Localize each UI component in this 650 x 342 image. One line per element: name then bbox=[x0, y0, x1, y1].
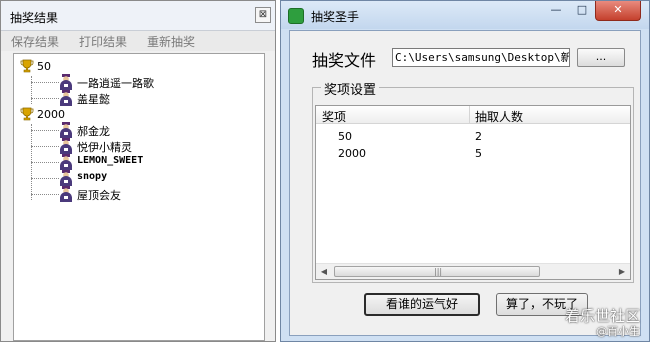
tree-winner-label: LEMON_SWEET bbox=[77, 155, 144, 166]
tree-winner-label: 郝金龙 bbox=[77, 125, 110, 138]
close-button[interactable]: ✕ bbox=[595, 1, 641, 21]
results-tree: 50 一路逍遥一路歌 盖星懿 2000 郝金龙 悦伊小精灵 LEMON_SWEE… bbox=[13, 53, 265, 341]
count-cell[interactable]: 2 bbox=[475, 130, 482, 143]
minimize-button[interactable]: — bbox=[543, 1, 569, 21]
results-window-title: 抽奖结果 bbox=[10, 11, 59, 25]
prize-list[interactable]: 奖项 抽取人数 50 2 2000 5 ◀ ||| ▶ bbox=[315, 105, 631, 280]
watermark-line2: @百小生 bbox=[596, 325, 640, 338]
draw-button[interactable]: 看谁的运气好 bbox=[364, 293, 480, 316]
count-cell[interactable]: 5 bbox=[475, 147, 482, 160]
results-menu-bar: 保存结果 打印结果 重新抽奖 bbox=[1, 31, 275, 51]
app-icon bbox=[288, 8, 304, 24]
scroll-grip: ||| bbox=[434, 267, 443, 276]
column-header-prize[interactable]: 奖项 bbox=[322, 108, 346, 125]
person-icon bbox=[60, 122, 72, 138]
person-icon bbox=[60, 74, 72, 90]
column-header-count[interactable]: 抽取人数 bbox=[475, 108, 523, 125]
prize-settings-group: 奖项设置 奖项 抽取人数 50 2 2000 5 ◀ ||| ▶ bbox=[312, 79, 634, 283]
person-icon bbox=[60, 138, 72, 154]
results-titlebar: 抽奖结果 ⊠ bbox=[1, 1, 275, 31]
lottery-titlebar: 抽奖圣手 — □ ✕ bbox=[281, 1, 649, 29]
menu-redraw[interactable]: 重新抽奖 bbox=[147, 33, 195, 50]
scroll-right-arrow[interactable]: ▶ bbox=[614, 264, 630, 280]
results-window: 抽奖结果 ⊠ 保存结果 打印结果 重新抽奖 50 一路逍遥一路歌 盖星懿 200… bbox=[0, 0, 276, 342]
tree-winner-label: 一路逍遥一路歌 bbox=[77, 77, 154, 90]
trophy-icon bbox=[20, 107, 34, 121]
menu-save-results[interactable]: 保存结果 bbox=[11, 33, 59, 50]
person-icon bbox=[60, 186, 72, 202]
maximize-button[interactable]: □ bbox=[569, 1, 595, 21]
lottery-window: 抽奖圣手 — □ ✕ 抽奖文件 C:\Users\samsung\Desktop… bbox=[280, 0, 650, 342]
prize-cell[interactable]: 50 bbox=[338, 130, 352, 143]
tree-winner-label: 盖星懿 bbox=[77, 93, 110, 106]
file-path-field[interactable]: C:\Users\samsung\Desktop\新建 bbox=[392, 48, 570, 67]
prize-settings-title: 奖项设置 bbox=[321, 79, 380, 98]
watermark: 着乐世社区 @百小生 bbox=[565, 308, 640, 340]
tree-winner-label: snopy bbox=[77, 171, 108, 182]
lottery-window-title: 抽奖圣手 bbox=[311, 10, 360, 24]
person-icon bbox=[60, 170, 72, 186]
results-close-button[interactable]: ⊠ bbox=[255, 7, 271, 23]
tree-winner-label: 悦伊小精灵 bbox=[77, 141, 132, 154]
prize-list-header: 奖项 抽取人数 bbox=[316, 106, 630, 124]
menu-print-results[interactable]: 打印结果 bbox=[79, 33, 127, 50]
trophy-icon bbox=[20, 59, 34, 73]
file-label: 抽奖文件 bbox=[312, 51, 377, 70]
horizontal-scrollbar[interactable]: ◀ ||| ▶ bbox=[316, 263, 630, 279]
tree-winner-label: 屋顶会友 bbox=[77, 189, 121, 202]
lottery-client-area: 抽奖文件 C:\Users\samsung\Desktop\新建 ... 奖项设… bbox=[289, 30, 641, 336]
scroll-left-arrow[interactable]: ◀ bbox=[316, 264, 332, 280]
tree-prize-label: 2000 bbox=[37, 108, 65, 121]
scroll-thumb[interactable]: ||| bbox=[334, 266, 540, 277]
prize-cell[interactable]: 2000 bbox=[338, 147, 366, 160]
person-icon bbox=[60, 154, 72, 170]
tree-prize-label: 50 bbox=[37, 60, 51, 73]
person-icon bbox=[60, 90, 72, 106]
browse-button[interactable]: ... bbox=[577, 48, 625, 67]
watermark-line1: 着乐世社区 bbox=[564, 307, 640, 325]
